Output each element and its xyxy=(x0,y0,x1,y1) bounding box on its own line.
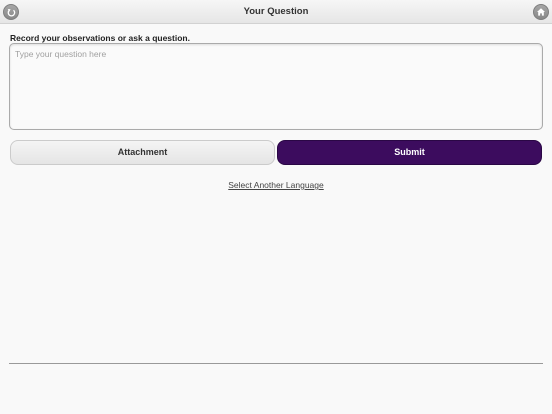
question-prompt-label: Record your observations or ask a questi… xyxy=(10,33,190,43)
page-title: Your Question xyxy=(243,6,309,17)
submit-button[interactable]: Submit xyxy=(277,140,542,165)
question-input[interactable] xyxy=(9,43,543,130)
header-bar: Your Question xyxy=(0,0,552,24)
home-button[interactable] xyxy=(533,4,549,20)
attachment-button[interactable]: Attachment xyxy=(10,140,275,165)
select-language-link[interactable]: Select Another Language xyxy=(0,180,552,190)
home-icon xyxy=(537,8,545,16)
footer-divider xyxy=(9,363,543,364)
